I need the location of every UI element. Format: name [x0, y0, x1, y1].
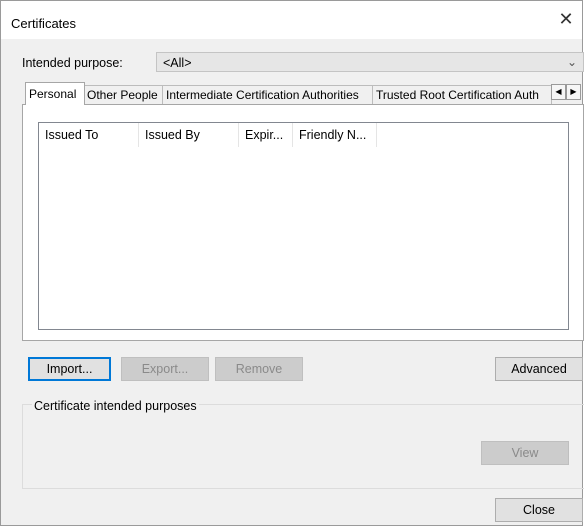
column-label: Issued To	[45, 128, 99, 142]
column-friendly-name[interactable]: Friendly N...	[293, 123, 377, 147]
remove-button[interactable]: Remove	[215, 357, 303, 381]
tab-label: Trusted Root Certification Auth	[376, 88, 539, 102]
view-button[interactable]: View	[481, 441, 569, 465]
chevron-down-icon: ⌄	[566, 55, 577, 69]
tab-label: Intermediate Certification Authorities	[166, 88, 359, 102]
tab-intermediate-ca[interactable]: Intermediate Certification Authorities	[162, 85, 373, 104]
column-issued-by[interactable]: Issued By	[139, 123, 239, 147]
intended-purpose-value: <All>	[163, 56, 192, 70]
tab-panel: Issued To Issued By Expir... Friendly N.…	[22, 104, 584, 341]
certificates-dialog: Certificates ✕ Intended purpose: <All> ⌄…	[0, 0, 584, 526]
tab-label: Personal	[29, 87, 77, 101]
tab-label: Other People	[87, 88, 158, 102]
column-label: Issued By	[145, 128, 200, 142]
column-issued-to[interactable]: Issued To	[39, 123, 139, 147]
chevron-left-icon[interactable]: ◀	[551, 84, 566, 100]
close-icon[interactable]: ✕	[556, 11, 576, 31]
import-button[interactable]: Import...	[28, 357, 111, 381]
tab-trusted-root-ca[interactable]: Trusted Root Certification Auth	[372, 85, 552, 104]
tab-strip: Personal Other People Intermediate Certi…	[25, 82, 584, 105]
advanced-button[interactable]: Advanced	[495, 357, 583, 381]
column-expiration[interactable]: Expir...	[239, 123, 293, 147]
export-button[interactable]: Export...	[121, 357, 209, 381]
intended-purpose-select[interactable]: <All> ⌄	[156, 52, 584, 72]
column-label: Expir...	[245, 128, 284, 142]
column-label: Friendly N...	[299, 128, 367, 142]
intended-purpose-label: Intended purpose:	[22, 56, 123, 70]
tab-personal[interactable]: Personal	[25, 82, 85, 105]
certificate-list[interactable]: Issued To Issued By Expir... Friendly N.…	[38, 122, 569, 330]
window-title: Certificates	[11, 16, 77, 31]
tab-other-people[interactable]: Other People	[83, 85, 163, 104]
title-bar: Certificates ✕	[1, 1, 582, 39]
intended-purposes-label: Certificate intended purposes	[32, 399, 199, 413]
close-button[interactable]: Close	[495, 498, 583, 522]
chevron-right-icon[interactable]: ▶	[566, 84, 581, 100]
